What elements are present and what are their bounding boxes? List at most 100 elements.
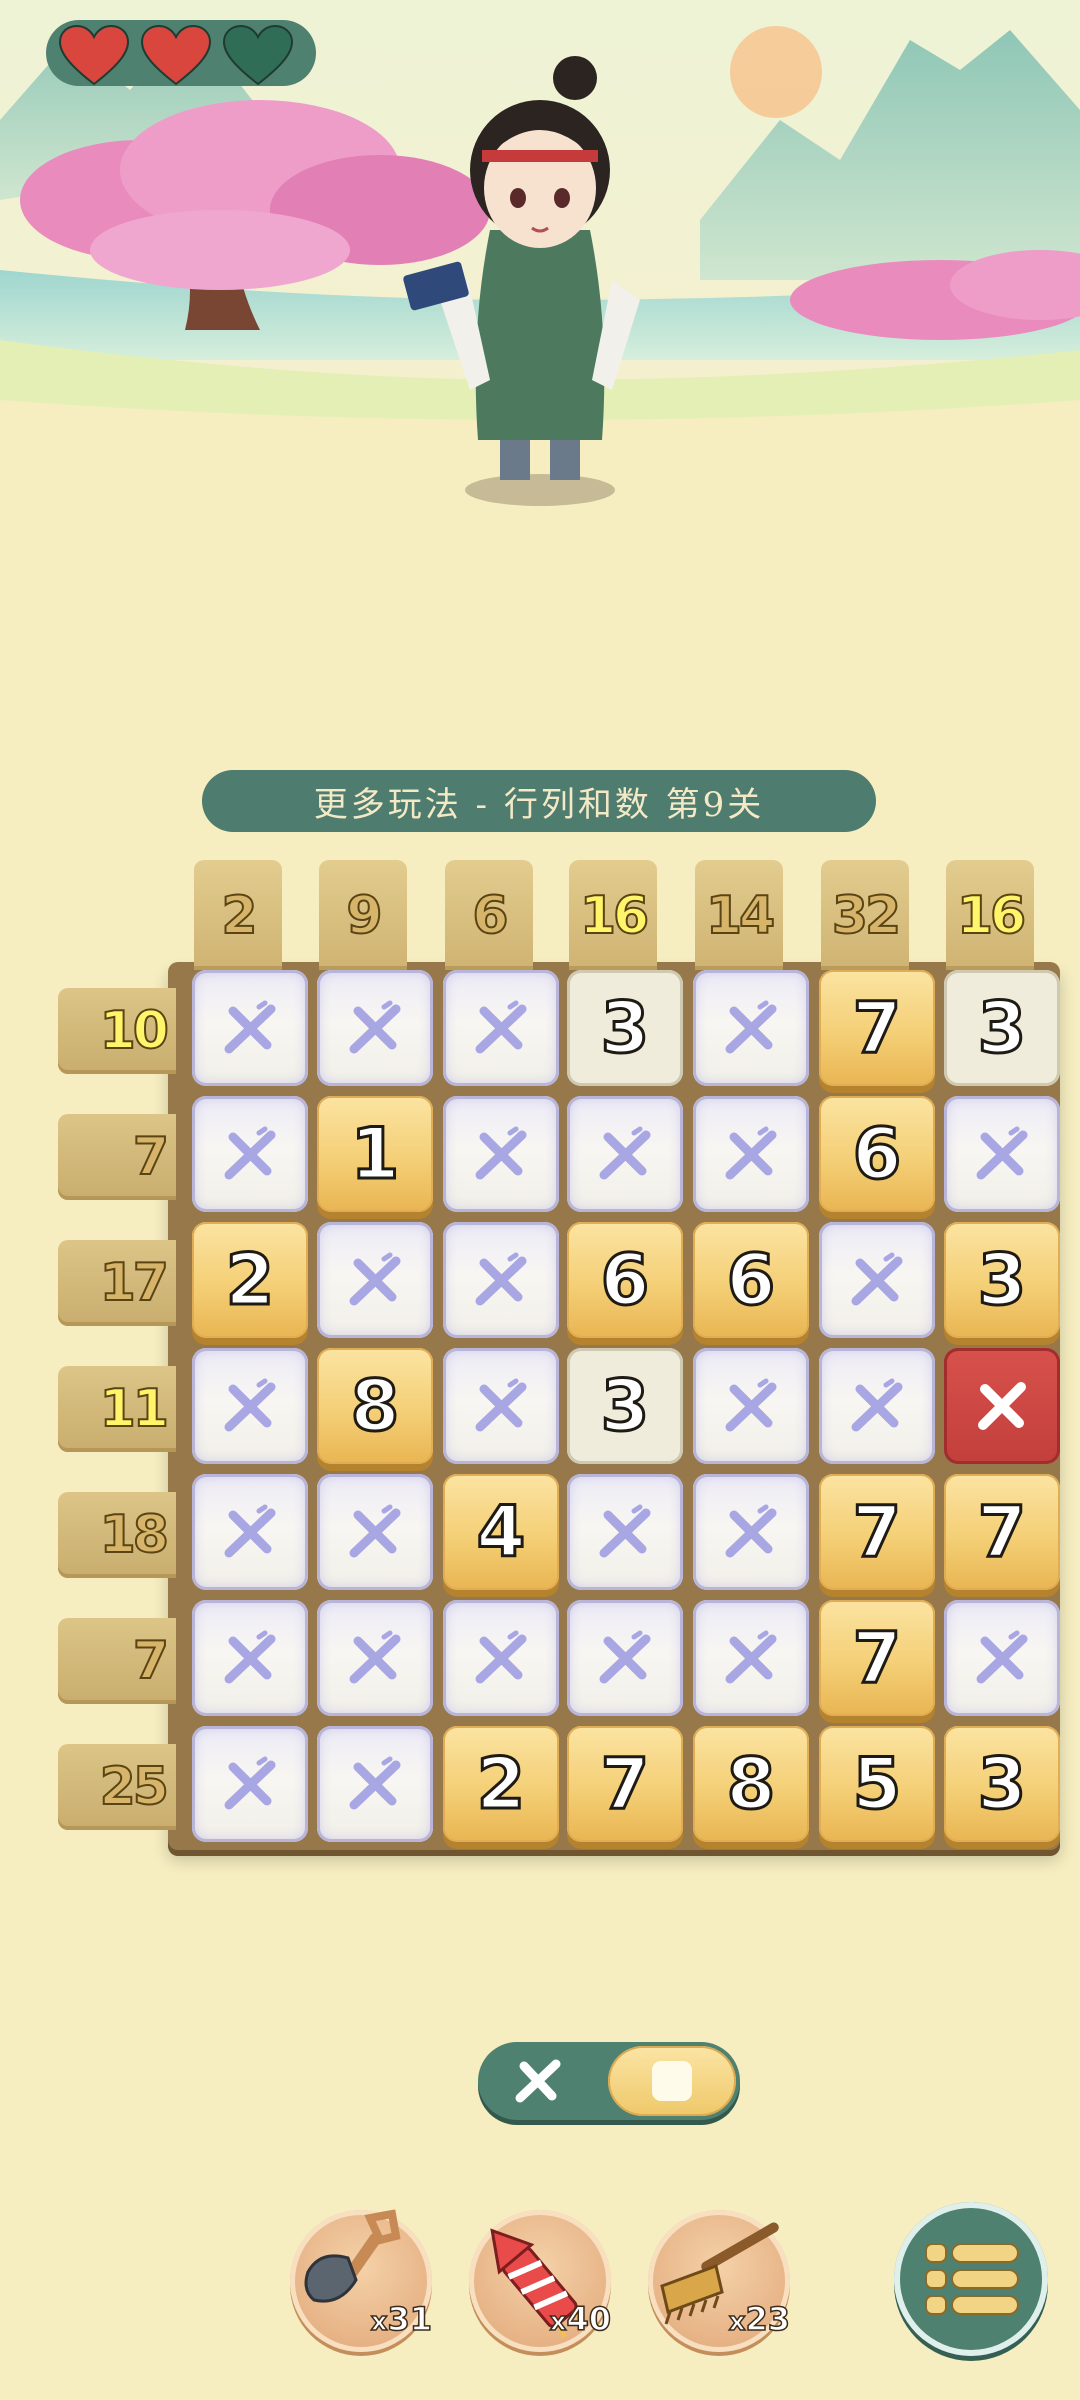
cell-number-selected[interactable]: 1 — [317, 1096, 433, 1212]
cell-number-selected[interactable]: 8 — [317, 1348, 433, 1464]
cross-mark-icon — [224, 1378, 276, 1432]
row-clue-value: 25 — [99, 1756, 170, 1818]
cross-mark-icon — [976, 1126, 1028, 1180]
cell-marked-x[interactable] — [819, 1222, 935, 1338]
cell-value: 7 — [851, 987, 903, 1069]
cell-number-selected[interactable]: 7 — [567, 1726, 683, 1842]
cell-marked-x[interactable] — [567, 1474, 683, 1590]
cross-mark-icon — [851, 1378, 903, 1432]
cell-marked-x[interactable] — [192, 970, 308, 1086]
cell-number-selected[interactable]: 6 — [819, 1096, 935, 1212]
cell-marked-x[interactable] — [693, 1348, 809, 1464]
tool-count-value: 40 — [566, 2299, 612, 2339]
cell-marked-x[interactable] — [192, 1348, 308, 1464]
cell-value: 1 — [349, 1113, 401, 1195]
column-clue-value: 2 — [220, 885, 258, 947]
cell-number-selected[interactable]: 7 — [944, 1474, 1060, 1590]
cross-mark-icon — [725, 1000, 777, 1054]
menu-button[interactable] — [894, 2202, 1048, 2356]
cell-number[interactable]: 3 — [567, 970, 683, 1086]
heart-full-icon — [58, 24, 130, 86]
heart-full-icon — [140, 24, 212, 86]
firework-tool-button[interactable]: x40 — [469, 2210, 612, 2352]
cell-marked-x[interactable] — [192, 1726, 308, 1842]
cell-marked-x[interactable] — [317, 970, 433, 1086]
cell-value: 4 — [475, 1491, 527, 1573]
cell-value: 3 — [976, 1239, 1028, 1321]
cell-number[interactable]: 3 — [944, 970, 1060, 1086]
cell-number-selected[interactable]: 2 — [443, 1726, 559, 1842]
cell-value: 2 — [475, 1743, 527, 1825]
cell-number-selected[interactable]: 2 — [192, 1222, 308, 1338]
cell-number-selected[interactable]: 7 — [819, 1600, 935, 1716]
cell-marked-x[interactable] — [192, 1474, 308, 1590]
cell-number-selected[interactable]: 7 — [819, 1474, 935, 1590]
cell-value: 8 — [349, 1365, 401, 1447]
cross-mark-icon — [349, 1000, 401, 1054]
cell-marked-x[interactable] — [317, 1600, 433, 1716]
cell-marked-x[interactable] — [693, 970, 809, 1086]
cell-marked-x[interactable] — [693, 1600, 809, 1716]
cross-mark-icon — [349, 1252, 401, 1306]
lives-bar — [46, 20, 316, 86]
row-clue: 17 — [58, 1240, 176, 1326]
heart-empty-icon — [222, 24, 294, 86]
column-clue: 9 — [319, 860, 407, 970]
row-clue-value: 17 — [99, 1252, 170, 1314]
cell-marked-x[interactable] — [443, 1600, 559, 1716]
cell-value: 6 — [725, 1239, 777, 1321]
cross-mark-icon — [725, 1378, 777, 1432]
cell-value: 2 — [224, 1239, 276, 1321]
cell-marked-x[interactable] — [693, 1474, 809, 1590]
cell-number-selected[interactable]: 3 — [944, 1222, 1060, 1338]
cell-value: 3 — [599, 987, 651, 1069]
cross-mark-icon — [851, 1252, 903, 1306]
cell-value: 6 — [599, 1239, 651, 1321]
cell-marked-x[interactable] — [443, 1348, 559, 1464]
row-clue-value: 7 — [132, 1630, 170, 1692]
cell-marked-x[interactable] — [944, 1096, 1060, 1212]
cell-marked-x[interactable] — [317, 1726, 433, 1842]
cell-number[interactable]: 3 — [567, 1348, 683, 1464]
cross-mark-icon — [475, 1252, 527, 1306]
cell-marked-x[interactable] — [443, 1096, 559, 1212]
cell-marked-x[interactable] — [819, 1348, 935, 1464]
cell-marked-x[interactable] — [192, 1600, 308, 1716]
cell-marked-x[interactable] — [443, 970, 559, 1086]
column-clue: 6 — [445, 860, 533, 970]
shovel-tool-button[interactable]: x31 — [290, 2209, 433, 2352]
mark-x-mode-icon[interactable] — [508, 2054, 568, 2108]
cell-value: 7 — [851, 1617, 903, 1699]
cross-mark-icon — [599, 1126, 651, 1180]
cell-marked-x[interactable] — [567, 1096, 683, 1212]
tool-count: x31 — [370, 2299, 433, 2339]
cell-marked-x[interactable] — [443, 1222, 559, 1338]
mode-toggle[interactable] — [478, 2042, 740, 2120]
list-menu-icon — [925, 2243, 1019, 2315]
cross-mark-icon — [599, 1630, 651, 1684]
fill-mode-button[interactable] — [608, 2046, 736, 2116]
cell-number-selected[interactable]: 6 — [693, 1222, 809, 1338]
cell-marked-x[interactable] — [944, 1600, 1060, 1716]
cell-marked-x[interactable] — [317, 1222, 433, 1338]
column-clue: 16 — [569, 860, 657, 970]
column-clue: 14 — [695, 860, 783, 970]
puzzle-board: 37316266383477727853 — [168, 962, 1060, 1850]
sun — [730, 26, 822, 118]
cell-marked-x[interactable] — [192, 1096, 308, 1212]
rake-tool-button[interactable]: x23 — [648, 2210, 791, 2352]
cell-number-selected[interactable]: 7 — [819, 970, 935, 1086]
cell-error[interactable] — [944, 1348, 1060, 1464]
cell-number-selected[interactable]: 6 — [567, 1222, 683, 1338]
cell-number-selected[interactable]: 8 — [693, 1726, 809, 1842]
cell-marked-x[interactable] — [693, 1096, 809, 1212]
row-clue-value: 7 — [132, 1126, 170, 1188]
cell-number-selected[interactable]: 3 — [944, 1726, 1060, 1842]
cell-number-selected[interactable]: 4 — [443, 1474, 559, 1590]
cross-mark-icon — [725, 1126, 777, 1180]
cell-marked-x[interactable] — [567, 1600, 683, 1716]
cell-marked-x[interactable] — [317, 1474, 433, 1590]
cell-number-selected[interactable]: 5 — [819, 1726, 935, 1842]
column-clue-value: 16 — [579, 885, 650, 947]
error-cross-icon — [978, 1382, 1026, 1430]
